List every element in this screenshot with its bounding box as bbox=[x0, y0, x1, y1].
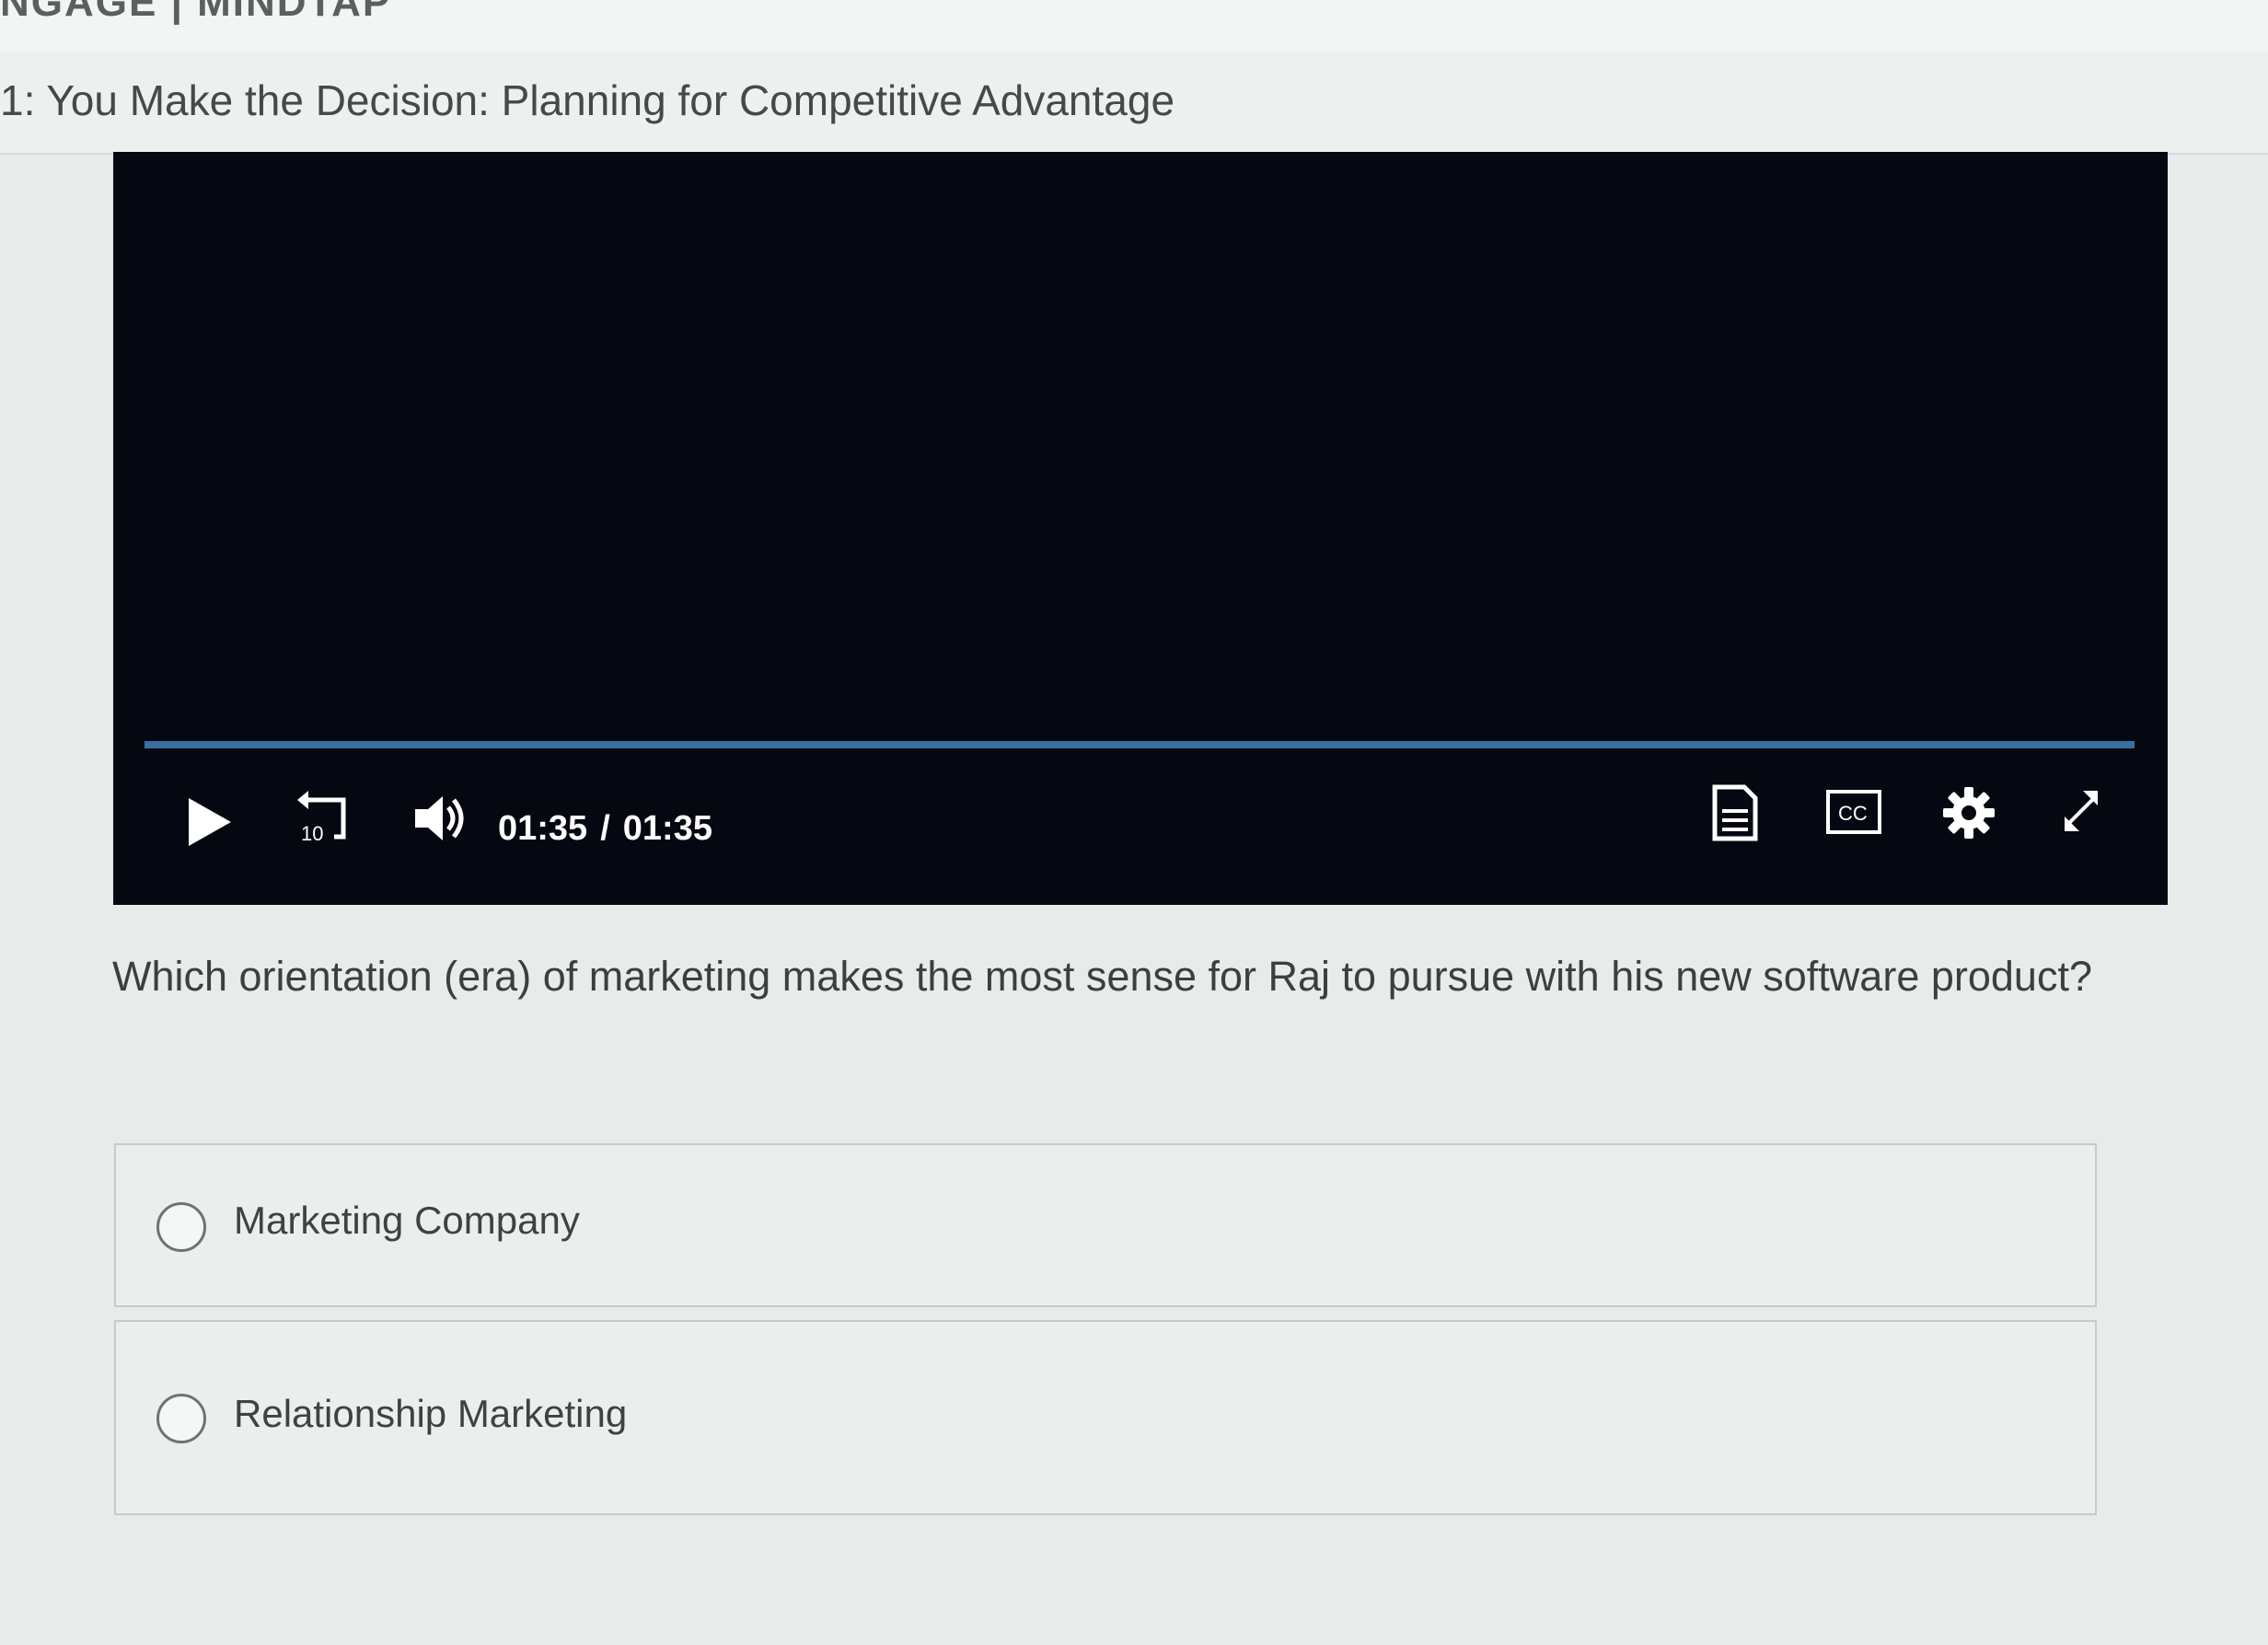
radio-button[interactable] bbox=[156, 1394, 206, 1443]
time-display: 01:35 / 01:35 bbox=[498, 809, 712, 849]
option-label: Marketing Company bbox=[234, 1199, 580, 1242]
gear-icon bbox=[1943, 787, 1995, 839]
option-label: Relationship Marketing bbox=[234, 1392, 628, 1435]
top-bar: NGAGE | MINDTAP bbox=[0, 0, 2268, 53]
time-separator: / bbox=[600, 809, 610, 848]
answer-option-marketing-company[interactable]: Marketing Company bbox=[114, 1143, 2097, 1307]
brand-logo: NGAGE | MINDTAP bbox=[0, 0, 392, 25]
cc-label: CC bbox=[1838, 802, 1868, 825]
radio-button[interactable] bbox=[156, 1202, 206, 1252]
cc-button[interactable]: CC bbox=[1825, 789, 1882, 835]
fullscreen-button[interactable] bbox=[2055, 785, 2107, 837]
answer-option-relationship-marketing[interactable]: Relationship Marketing bbox=[114, 1320, 2097, 1515]
fullscreen-icon bbox=[2065, 791, 2098, 831]
play-icon bbox=[189, 798, 231, 846]
volume-button[interactable] bbox=[411, 791, 472, 846]
replay-10-button[interactable]: 10 bbox=[294, 787, 354, 848]
question-text: Which orientation (era) of marketing mak… bbox=[112, 953, 2092, 1000]
replay-10-label: 10 bbox=[301, 822, 323, 845]
cc-icon: CC bbox=[1826, 790, 1881, 834]
transcript-icon bbox=[1712, 784, 1758, 841]
volume-icon bbox=[415, 796, 464, 840]
duration: 01:35 bbox=[622, 809, 712, 848]
video-player[interactable]: 10 01:35 / 01:35 CC bbox=[113, 152, 2168, 905]
replay-10-icon: 10 bbox=[297, 791, 346, 845]
play-button[interactable] bbox=[185, 794, 235, 850]
page-title: 1: You Make the Decision: Planning for C… bbox=[0, 76, 1175, 124]
settings-button[interactable] bbox=[1941, 785, 1996, 840]
player-controls: 10 01:35 / 01:35 CC bbox=[113, 759, 2168, 905]
transcript-button[interactable] bbox=[1709, 783, 1761, 842]
current-time: 01:35 bbox=[498, 809, 588, 848]
progress-bar[interactable] bbox=[145, 741, 2135, 748]
